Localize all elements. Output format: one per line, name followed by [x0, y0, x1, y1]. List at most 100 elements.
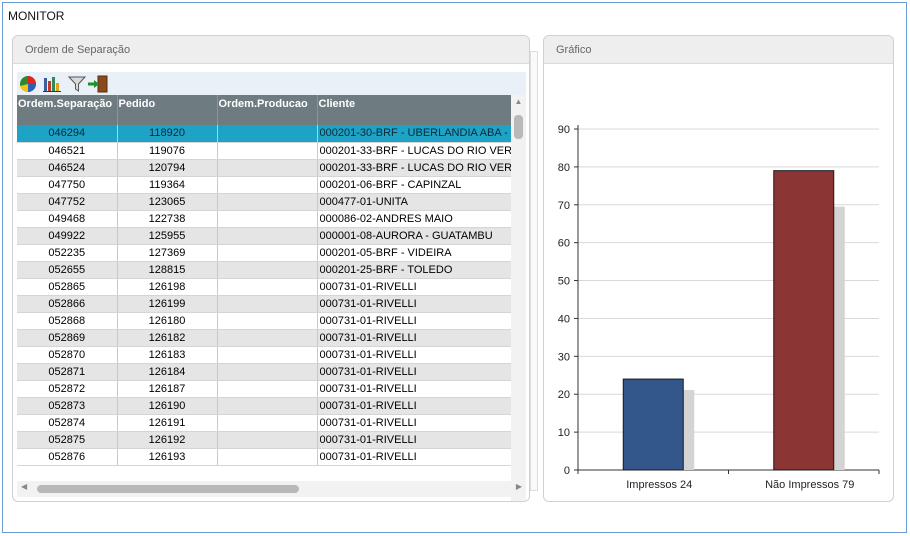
table-cell: 122738 [117, 210, 218, 228]
table-cell: 000731-01-RIVELLI [317, 312, 511, 330]
table-cell [217, 261, 318, 279]
table-row[interactable]: 052235 127369 000201-05-BRF - VIDEIRA [17, 244, 511, 262]
table-cell [217, 312, 318, 330]
table-row[interactable]: 052873 126190 000731-01-RIVELLI [17, 397, 511, 415]
table-row[interactable]: 049468 122738 000086-02-ANDRES MAIO [17, 210, 511, 228]
table-cell: 127369 [117, 244, 218, 262]
table-row[interactable]: 052655 128815 000201-25-BRF - TOLEDO [17, 261, 511, 279]
table-cell: 052869 [17, 329, 118, 347]
pie-chart-icon[interactable] [18, 75, 38, 93]
table-cell: 128815 [117, 261, 218, 279]
table-row[interactable]: 052874 126191 000731-01-RIVELLI [17, 414, 511, 432]
table-cell: 052655 [17, 261, 118, 279]
table-cell [217, 125, 318, 143]
table-cell [217, 142, 318, 160]
table-row[interactable]: 047752 123065 000477-01-UNITA [17, 193, 511, 211]
table-cell: 000731-01-RIVELLI [317, 414, 511, 432]
scroll-thumb[interactable] [37, 485, 299, 493]
panel-title: Gráfico [544, 36, 893, 64]
table-cell: 126183 [117, 346, 218, 364]
column-header[interactable]: Ordem.Producao [217, 95, 318, 125]
table-cell: 000201-33-BRF - LUCAS DO RIO VERDE [317, 159, 511, 177]
table-cell: 052871 [17, 363, 118, 381]
exit-icon[interactable] [87, 75, 108, 93]
y-tick-label: 20 [558, 389, 570, 401]
table-cell: 052872 [17, 380, 118, 398]
y-tick-label: 90 [558, 124, 570, 136]
table-cell: 000201-25-BRF - TOLEDO [317, 261, 511, 279]
grid-header: Ordem.Separação Pedido Ordem.Producao Cl… [17, 95, 511, 125]
table-row[interactable]: 052865 126198 000731-01-RIVELLI [17, 278, 511, 296]
y-tick-label: 30 [558, 351, 570, 363]
table-row[interactable]: 052871 126184 000731-01-RIVELLI [17, 363, 511, 381]
table-cell: 120794 [117, 159, 218, 177]
table-cell [217, 227, 318, 245]
table-cell: 123065 [117, 193, 218, 211]
column-header[interactable]: Ordem.Separação [17, 95, 118, 125]
table-row[interactable]: 052866 126199 000731-01-RIVELLI [17, 295, 511, 313]
table-cell: 000731-01-RIVELLI [317, 380, 511, 398]
table-row[interactable]: 049922 125955 000001-08-AURORA - GUATAMBU [17, 227, 511, 245]
grid-toolbar [17, 72, 526, 96]
table-row[interactable]: 047750 119364 000201-06-BRF - CAPINZAL [17, 176, 511, 194]
bar-shadow [833, 206, 845, 471]
y-tick-label: 70 [558, 200, 570, 212]
scroll-left-icon[interactable]: ◀ [21, 482, 27, 491]
table-cell: 126187 [117, 380, 218, 398]
table-cell: 047750 [17, 176, 118, 194]
table-cell: 052866 [17, 295, 118, 313]
table-cell: 126190 [117, 397, 218, 415]
panel-title: Ordem de Separação [13, 36, 529, 64]
column-header[interactable]: Pedido [117, 95, 218, 125]
table-row[interactable]: 046521 119076 000201-33-BRF - LUCAS DO RIO… [17, 142, 511, 160]
table-cell [217, 193, 318, 211]
bar[interactable] [622, 378, 684, 471]
table-cell [217, 176, 318, 194]
table-cell: 126199 [117, 295, 218, 313]
table-cell: 126198 [117, 278, 218, 296]
separation-order-panel: Ordem de Separação Ordem.Separação Pedid… [12, 35, 530, 502]
chart-panel: Gráfico 0 10 20 30 40 50 60 70 80 90 Impressos 24 N… [543, 35, 894, 502]
table-cell [217, 295, 318, 313]
table-cell: 126180 [117, 312, 218, 330]
table-cell: 052865 [17, 278, 118, 296]
table-row[interactable]: 052872 126187 000731-01-RIVELLI [17, 380, 511, 398]
bar-chart-icon[interactable] [42, 75, 62, 93]
vertical-scrollbar[interactable]: ▲ ▼ [511, 95, 526, 501]
table-row[interactable]: 052875 126192 000731-01-RIVELLI [17, 431, 511, 449]
scroll-up-icon[interactable]: ▲ [511, 97, 526, 106]
table-cell: 049922 [17, 227, 118, 245]
scroll-right-icon[interactable]: ▶ [516, 482, 522, 491]
table-row[interactable]: 052868 126180 000731-01-RIVELLI [17, 312, 511, 330]
table-row[interactable]: 052876 126193 000731-01-RIVELLI [17, 448, 511, 466]
bar[interactable] [773, 170, 835, 471]
table-row[interactable]: 052869 126182 000731-01-RIVELLI [17, 329, 511, 347]
table-cell [217, 414, 318, 432]
table-row[interactable]: 052870 126183 000731-01-RIVELLI [17, 346, 511, 364]
table-cell: 052870 [17, 346, 118, 364]
table-cell: 118920 [117, 125, 218, 143]
table-cell: 046294 [17, 125, 118, 143]
table-cell: 046524 [17, 159, 118, 177]
table-cell: 052868 [17, 312, 118, 330]
table-cell: 000731-01-RIVELLI [317, 363, 511, 381]
horizontal-scrollbar[interactable]: ◀ ▶ [17, 481, 526, 497]
y-tick-label: 10 [558, 427, 570, 439]
table-cell: 000731-01-RIVELLI [317, 448, 511, 466]
table-row[interactable]: 046524 120794 000201-33-BRF - LUCAS DO RIO… [17, 159, 511, 177]
table-row[interactable]: 046294 118920 000201-30-BRF - UBERLANDIA A… [17, 125, 511, 143]
panel-splitter[interactable] [530, 51, 538, 491]
y-tick-label: 0 [564, 465, 570, 477]
table-cell: 046521 [17, 142, 118, 160]
table-cell [217, 159, 318, 177]
column-header[interactable]: Cliente [317, 95, 511, 125]
table-cell: 126192 [117, 431, 218, 449]
table-cell: 000201-30-BRF - UBERLANDIA ABA - 0 [317, 125, 511, 143]
table-cell [217, 380, 318, 398]
scroll-thumb[interactable] [514, 115, 523, 139]
table-cell [217, 278, 318, 296]
filter-icon[interactable] [67, 75, 87, 93]
table-cell: 000086-02-ANDRES MAIO [317, 210, 511, 228]
table-cell: 119364 [117, 176, 218, 194]
table-cell: 052235 [17, 244, 118, 262]
